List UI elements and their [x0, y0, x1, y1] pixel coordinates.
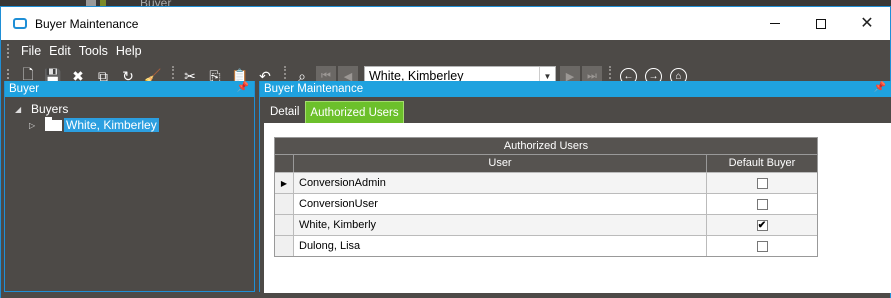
pane-title: Buyer	[9, 83, 40, 95]
menu-help[interactable]: Help	[112, 44, 146, 58]
pin-icon[interactable]: 📌	[874, 82, 886, 93]
close-icon: ✕	[860, 14, 874, 32]
menu-file[interactable]: File	[17, 44, 45, 58]
tab-label: Authorized Users	[310, 106, 399, 119]
column-header-user[interactable]: User	[294, 155, 707, 172]
home-icon: ⌂	[675, 70, 682, 82]
user-cell[interactable]: Dulong, Lisa	[294, 236, 707, 256]
tab-strip: Detail Authorized Users	[260, 97, 891, 123]
default-buyer-cell	[707, 194, 817, 214]
user-cell[interactable]: ConversionUser	[294, 194, 707, 214]
tree-node-label: Buyers	[31, 102, 69, 116]
menu-tools[interactable]: Tools	[75, 44, 112, 58]
menu-bar: File Edit Tools Help	[1, 40, 890, 62]
table-row[interactable]: White, Kimberly ✔	[275, 214, 817, 235]
maximize-button[interactable]	[798, 7, 844, 40]
tree-node-label-selected: White, Kimberley	[64, 118, 159, 132]
folder-icon	[45, 116, 62, 131]
window-title: Buyer Maintenance	[35, 16, 139, 31]
pane-header: Buyer 📌	[5, 81, 254, 97]
default-buyer-cell	[707, 173, 817, 193]
menu-edit[interactable]: Edit	[45, 44, 75, 58]
tab-authorized-users[interactable]: Authorized Users	[305, 101, 404, 123]
default-buyer-cell: ✔	[707, 215, 817, 235]
collapse-arrow-icon[interactable]: ◢	[15, 105, 25, 114]
pin-icon[interactable]: 📌	[237, 82, 249, 93]
menu-grip-handle[interactable]	[7, 44, 11, 58]
default-buyer-checkbox[interactable]	[756, 177, 768, 189]
title-bar[interactable]: Buyer Maintenance ✕	[1, 7, 890, 40]
maximize-icon	[816, 18, 826, 29]
default-buyer-checkbox[interactable]	[756, 240, 768, 252]
row-selector[interactable]	[275, 236, 294, 256]
tree-node-root[interactable]: ◢ Buyers	[15, 101, 254, 117]
tab-label: Detail	[270, 106, 300, 118]
close-button[interactable]: ✕	[844, 7, 890, 40]
grid-body: ▶ ConversionAdmin ConversionUser White, Kim…	[275, 172, 817, 256]
pane-title: Buyer Maintenance	[264, 83, 364, 95]
tab-content: Authorized Users User Default Buyer ▶ Con…	[264, 123, 891, 293]
current-row-indicator-icon[interactable]: ▶	[275, 173, 294, 193]
grid-header-row: User Default Buyer	[275, 155, 817, 172]
default-buyer-cell	[707, 236, 817, 256]
default-buyer-checkbox[interactable]: ✔	[756, 219, 768, 231]
table-row[interactable]: ConversionUser	[275, 193, 817, 214]
pane-header: Buyer Maintenance 📌	[260, 81, 891, 97]
default-buyer-checkbox[interactable]	[756, 198, 768, 210]
user-cell[interactable]: ConversionAdmin	[294, 173, 707, 193]
minimize-button[interactable]	[752, 7, 798, 40]
row-selector-header	[275, 155, 294, 172]
buyer-maintenance-pane: Buyer Maintenance 📌 Detail Authorized Us…	[259, 81, 891, 293]
row-selector[interactable]	[275, 194, 294, 214]
table-row[interactable]: ▶ ConversionAdmin	[275, 172, 817, 193]
tab-detail[interactable]: Detail	[266, 101, 303, 123]
row-selector[interactable]	[275, 215, 294, 235]
grid-band-title: Authorized Users	[275, 138, 817, 155]
table-row[interactable]: Dulong, Lisa	[275, 235, 817, 256]
back-arrow-icon: ←	[623, 70, 634, 82]
authorized-users-grid: Authorized Users User Default Buyer ▶ Con…	[274, 137, 818, 257]
app-icon	[13, 18, 27, 29]
expand-arrow-icon[interactable]: ▷	[29, 121, 39, 130]
buyer-tree-pane: Buyer 📌 ◢ Buyers ▷ White, Kimberley	[4, 81, 255, 292]
buyer-tree: ◢ Buyers ▷ White, Kimberley	[5, 97, 254, 133]
forward-arrow-icon: →	[648, 70, 659, 82]
tree-node-child[interactable]: ▷ White, Kimberley	[15, 116, 254, 133]
user-cell[interactable]: White, Kimberly	[294, 215, 707, 235]
minimize-icon	[770, 23, 780, 24]
column-header-default-buyer[interactable]: Default Buyer	[707, 155, 817, 172]
